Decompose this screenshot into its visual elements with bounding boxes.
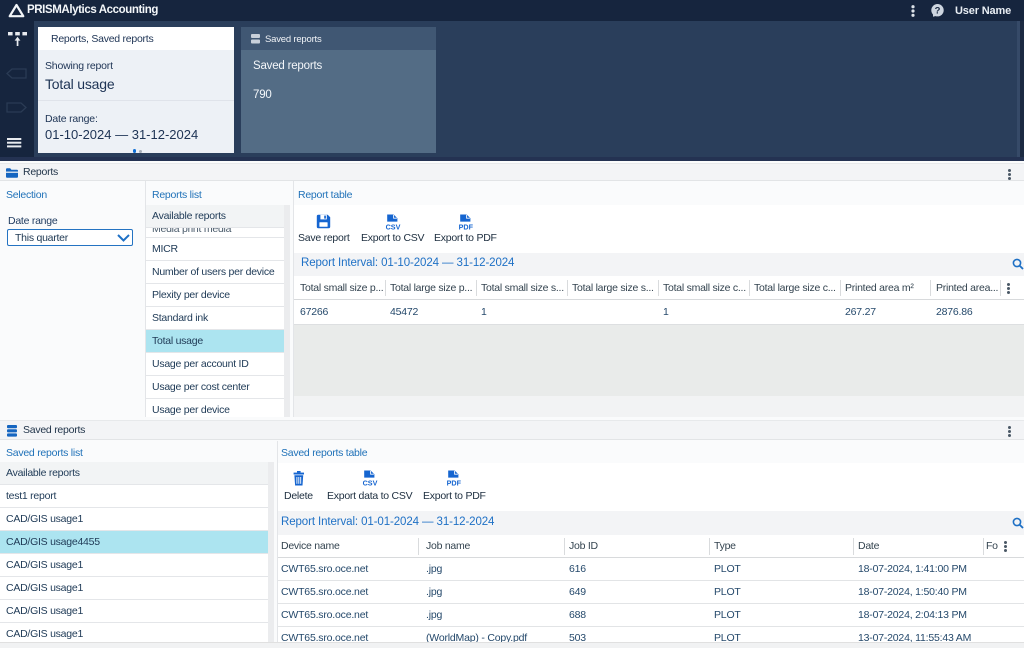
svg-text:PDF: PDF xyxy=(447,478,462,487)
svg-text:CSV: CSV xyxy=(386,222,401,231)
svg-text:?: ? xyxy=(935,6,941,17)
svg-text:CSV: CSV xyxy=(363,478,378,487)
svg-text:PDF: PDF xyxy=(459,222,474,231)
